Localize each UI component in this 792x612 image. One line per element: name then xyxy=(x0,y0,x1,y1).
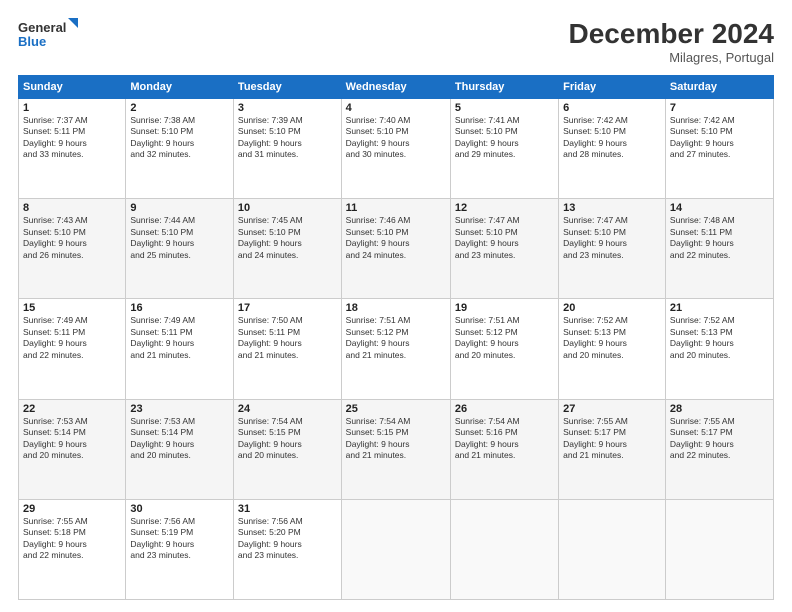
table-row: 24Sunrise: 7:54 AMSunset: 5:15 PMDayligh… xyxy=(233,399,341,499)
table-row: 7Sunrise: 7:42 AMSunset: 5:10 PMDaylight… xyxy=(665,99,773,199)
table-row: 5Sunrise: 7:41 AMSunset: 5:10 PMDaylight… xyxy=(450,99,558,199)
week-row-0: 1Sunrise: 7:37 AMSunset: 5:11 PMDaylight… xyxy=(19,99,774,199)
calendar: Sunday Monday Tuesday Wednesday Thursday… xyxy=(18,75,774,600)
table-row: 23Sunrise: 7:53 AMSunset: 5:14 PMDayligh… xyxy=(126,399,234,499)
table-row xyxy=(450,499,558,599)
table-row: 10Sunrise: 7:45 AMSunset: 5:10 PMDayligh… xyxy=(233,199,341,299)
col-thursday: Thursday xyxy=(450,76,558,99)
table-row: 22Sunrise: 7:53 AMSunset: 5:14 PMDayligh… xyxy=(19,399,126,499)
week-row-2: 15Sunrise: 7:49 AMSunset: 5:11 PMDayligh… xyxy=(19,299,774,399)
week-row-3: 22Sunrise: 7:53 AMSunset: 5:14 PMDayligh… xyxy=(19,399,774,499)
week-row-1: 8Sunrise: 7:43 AMSunset: 5:10 PMDaylight… xyxy=(19,199,774,299)
table-row: 1Sunrise: 7:37 AMSunset: 5:11 PMDaylight… xyxy=(19,99,126,199)
col-sunday: Sunday xyxy=(19,76,126,99)
svg-text:Blue: Blue xyxy=(18,34,46,49)
header-row: Sunday Monday Tuesday Wednesday Thursday… xyxy=(19,76,774,99)
table-row: 25Sunrise: 7:54 AMSunset: 5:15 PMDayligh… xyxy=(341,399,450,499)
logo-svg: General Blue xyxy=(18,18,78,54)
table-row: 19Sunrise: 7:51 AMSunset: 5:12 PMDayligh… xyxy=(450,299,558,399)
table-row xyxy=(665,499,773,599)
table-row: 3Sunrise: 7:39 AMSunset: 5:10 PMDaylight… xyxy=(233,99,341,199)
table-row: 17Sunrise: 7:50 AMSunset: 5:11 PMDayligh… xyxy=(233,299,341,399)
month-title: December 2024 xyxy=(569,18,774,50)
col-saturday: Saturday xyxy=(665,76,773,99)
table-row: 21Sunrise: 7:52 AMSunset: 5:13 PMDayligh… xyxy=(665,299,773,399)
table-row: 13Sunrise: 7:47 AMSunset: 5:10 PMDayligh… xyxy=(559,199,666,299)
header: General Blue December 2024 Milagres, Por… xyxy=(18,18,774,65)
table-row: 15Sunrise: 7:49 AMSunset: 5:11 PMDayligh… xyxy=(19,299,126,399)
table-row: 2Sunrise: 7:38 AMSunset: 5:10 PMDaylight… xyxy=(126,99,234,199)
page: General Blue December 2024 Milagres, Por… xyxy=(0,0,792,612)
table-row: 30Sunrise: 7:56 AMSunset: 5:19 PMDayligh… xyxy=(126,499,234,599)
col-friday: Friday xyxy=(559,76,666,99)
table-row xyxy=(341,499,450,599)
table-row xyxy=(559,499,666,599)
table-row: 14Sunrise: 7:48 AMSunset: 5:11 PMDayligh… xyxy=(665,199,773,299)
table-row: 16Sunrise: 7:49 AMSunset: 5:11 PMDayligh… xyxy=(126,299,234,399)
table-row: 26Sunrise: 7:54 AMSunset: 5:16 PMDayligh… xyxy=(450,399,558,499)
table-row: 4Sunrise: 7:40 AMSunset: 5:10 PMDaylight… xyxy=(341,99,450,199)
table-row: 20Sunrise: 7:52 AMSunset: 5:13 PMDayligh… xyxy=(559,299,666,399)
table-row: 31Sunrise: 7:56 AMSunset: 5:20 PMDayligh… xyxy=(233,499,341,599)
table-row: 18Sunrise: 7:51 AMSunset: 5:12 PMDayligh… xyxy=(341,299,450,399)
col-monday: Monday xyxy=(126,76,234,99)
logo: General Blue xyxy=(18,18,78,54)
svg-text:General: General xyxy=(18,20,66,35)
table-row: 6Sunrise: 7:42 AMSunset: 5:10 PMDaylight… xyxy=(559,99,666,199)
title-block: December 2024 Milagres, Portugal xyxy=(569,18,774,65)
table-row: 12Sunrise: 7:47 AMSunset: 5:10 PMDayligh… xyxy=(450,199,558,299)
location: Milagres, Portugal xyxy=(569,50,774,65)
col-wednesday: Wednesday xyxy=(341,76,450,99)
table-row: 8Sunrise: 7:43 AMSunset: 5:10 PMDaylight… xyxy=(19,199,126,299)
table-row: 27Sunrise: 7:55 AMSunset: 5:17 PMDayligh… xyxy=(559,399,666,499)
table-row: 29Sunrise: 7:55 AMSunset: 5:18 PMDayligh… xyxy=(19,499,126,599)
table-row: 9Sunrise: 7:44 AMSunset: 5:10 PMDaylight… xyxy=(126,199,234,299)
table-row: 11Sunrise: 7:46 AMSunset: 5:10 PMDayligh… xyxy=(341,199,450,299)
table-row: 28Sunrise: 7:55 AMSunset: 5:17 PMDayligh… xyxy=(665,399,773,499)
week-row-4: 29Sunrise: 7:55 AMSunset: 5:18 PMDayligh… xyxy=(19,499,774,599)
col-tuesday: Tuesday xyxy=(233,76,341,99)
